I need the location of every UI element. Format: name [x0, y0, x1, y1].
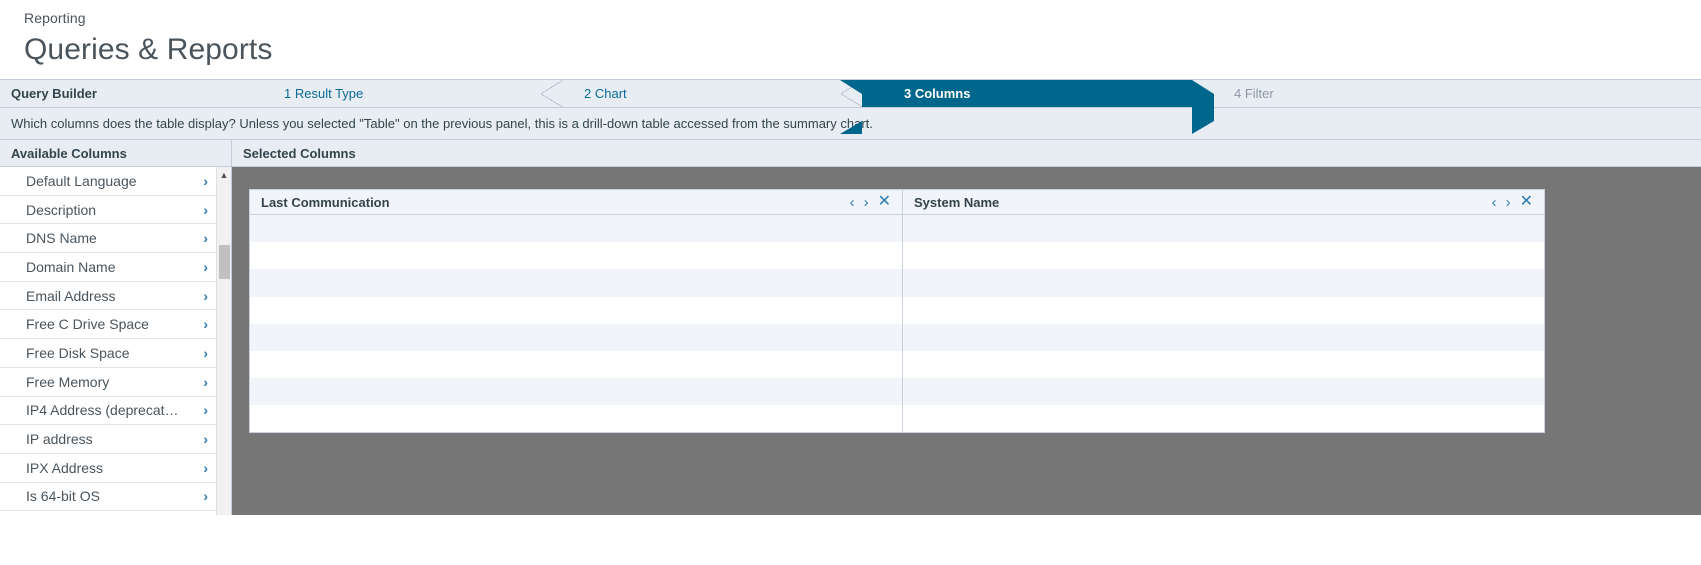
selected-column-row — [250, 404, 902, 432]
available-column-label: Is 64-bit OS — [26, 488, 100, 505]
selected-column-row — [250, 269, 902, 297]
available-column-item[interactable]: Free Disk Space › — [0, 339, 216, 368]
selected-column-row — [250, 350, 902, 378]
wizard-step-result-type-label: 1 Result Type — [284, 86, 364, 101]
selected-column-card[interactable]: System Name ‹ › ✕ — [902, 189, 1545, 433]
available-column-label: Email Address — [26, 287, 116, 304]
available-column-label: Default Language — [26, 172, 137, 189]
wizard-step-columns[interactable]: 3 Columns — [840, 80, 1214, 134]
selected-column-row — [903, 269, 1544, 297]
wizard-step-chart-label: 2 Chart — [584, 86, 627, 101]
remove-column-icon[interactable]: ✕ — [1520, 194, 1533, 210]
move-left-icon[interactable]: ‹ — [850, 195, 855, 210]
instruction-text: Which columns does the table display? Un… — [11, 116, 873, 131]
available-column-item[interactable]: Email Address › — [0, 281, 216, 311]
chevron-right-icon[interactable]: › — [203, 346, 208, 360]
chevron-right-icon[interactable]: › — [203, 317, 208, 331]
available-column-label: Domain Name — [26, 258, 116, 275]
selected-column-rows — [250, 215, 902, 432]
available-columns-list: Default Language › Description › DNS Name › Do… — [0, 167, 216, 515]
selected-column-row — [903, 296, 1544, 324]
available-column-item[interactable]: Default Language › — [0, 167, 216, 196]
selected-column-rows — [903, 215, 1544, 432]
wizard-label: Query Builder — [0, 80, 262, 107]
remove-column-icon[interactable]: ✕ — [878, 194, 891, 210]
chevron-right-icon[interactable]: › — [203, 174, 208, 188]
selected-columns-title: Selected Columns — [232, 140, 1701, 167]
scrollbar-thumb[interactable] — [219, 245, 230, 279]
chevron-right-icon[interactable]: › — [203, 203, 208, 217]
available-column-item[interactable]: Is 64-bit OS › — [0, 482, 216, 512]
selected-columns-stage[interactable]: Last Communication ‹ › ✕ System Name ‹ › ✕ — [232, 167, 1701, 515]
selected-column-row — [250, 377, 902, 405]
chevron-right-icon[interactable]: › — [203, 403, 208, 417]
available-columns-scrollbar[interactable]: ▲ — [216, 167, 231, 515]
wizard-step-chart[interactable]: 2 Chart — [562, 80, 863, 107]
chevron-right-icon[interactable]: › — [203, 375, 208, 389]
chevron-right-icon[interactable]: › — [203, 432, 208, 446]
selected-column-header: System Name ‹ › ✕ — [903, 190, 1544, 216]
selected-column-header: Last Communication ‹ › ✕ — [250, 190, 902, 216]
available-column-label: Free Memory — [26, 373, 110, 390]
available-columns-panel: Available Columns Default Language › Descr… — [0, 140, 232, 515]
chevron-right-icon[interactable]: › — [203, 461, 208, 475]
page-title: Queries & Reports — [24, 33, 273, 66]
wizard-step-filter[interactable]: 4 Filter — [1192, 80, 1701, 107]
available-column-item[interactable]: IPX Address › — [0, 453, 216, 483]
page-header: Reporting Queries & Reports — [0, 0, 1701, 70]
available-column-label: DNS Name — [26, 230, 97, 247]
selected-column-row — [903, 323, 1544, 351]
available-column-label: IPX Address — [26, 459, 104, 476]
available-column-label: Free Disk Space — [26, 344, 130, 361]
selected-column-title: System Name — [914, 194, 1000, 210]
wizard-step-filter-label: 4 Filter — [1234, 86, 1274, 101]
selected-column-row — [903, 242, 1544, 270]
available-column-item[interactable]: IP address › — [0, 425, 216, 454]
selected-column-row — [250, 323, 902, 351]
move-right-icon[interactable]: › — [1506, 195, 1511, 210]
selected-column-row — [903, 350, 1544, 378]
selected-column-row — [250, 296, 902, 324]
move-left-icon[interactable]: ‹ — [1492, 195, 1497, 210]
available-columns-scroll-area: Default Language › Description › DNS Name › Do… — [0, 167, 231, 515]
chevron-right-icon[interactable]: › — [203, 289, 208, 303]
move-right-icon[interactable]: › — [864, 195, 869, 210]
selected-column-row — [903, 215, 1544, 243]
available-column-item[interactable]: DNS Name › — [0, 224, 216, 254]
selected-column-title: Last Communication — [261, 194, 390, 210]
available-column-label: IP address — [26, 431, 93, 448]
scroll-up-icon[interactable]: ▲ — [217, 167, 231, 182]
available-column-item[interactable]: Free Memory › — [0, 367, 216, 397]
selected-column-card[interactable]: Last Communication ‹ › ✕ — [249, 189, 902, 433]
chevron-right-icon[interactable]: › — [203, 260, 208, 274]
chevron-right-icon[interactable]: › — [203, 231, 208, 245]
available-column-label: IP4 Address (deprecat… — [26, 402, 179, 419]
wizard-step-result-type[interactable]: 1 Result Type — [262, 80, 563, 107]
selected-column-controls: ‹ › ✕ — [1492, 194, 1539, 210]
available-column-label: Description — [26, 201, 97, 218]
selected-column-row — [903, 377, 1544, 405]
available-column-item[interactable]: Domain Name › — [0, 253, 216, 282]
breadcrumb[interactable]: Reporting — [24, 8, 1677, 28]
selected-column-row — [903, 404, 1544, 432]
available-column-item[interactable]: IP4 Address (deprecat… › — [0, 396, 216, 426]
available-column-label: Free C Drive Space — [26, 316, 149, 333]
available-column-item[interactable]: Description › — [0, 195, 216, 225]
chevron-right-icon[interactable]: › — [203, 489, 208, 503]
selected-columns-panel: Selected Columns Last Communication ‹ › ✕ Sy… — [232, 140, 1701, 515]
query-builder-wizard-bar: Query Builder 1 Result Type 2 Chart 3 Co… — [0, 79, 1701, 134]
selected-column-row — [250, 242, 902, 270]
wizard-step-columns-label: 3 Columns — [904, 86, 971, 101]
available-column-item[interactable]: Free C Drive Space › — [0, 310, 216, 340]
columns-picker-body: Available Columns Default Language › Descr… — [0, 140, 1701, 515]
selected-column-controls: ‹ › ✕ — [850, 194, 897, 210]
available-columns-title: Available Columns — [0, 140, 231, 167]
selected-column-row — [250, 215, 902, 243]
